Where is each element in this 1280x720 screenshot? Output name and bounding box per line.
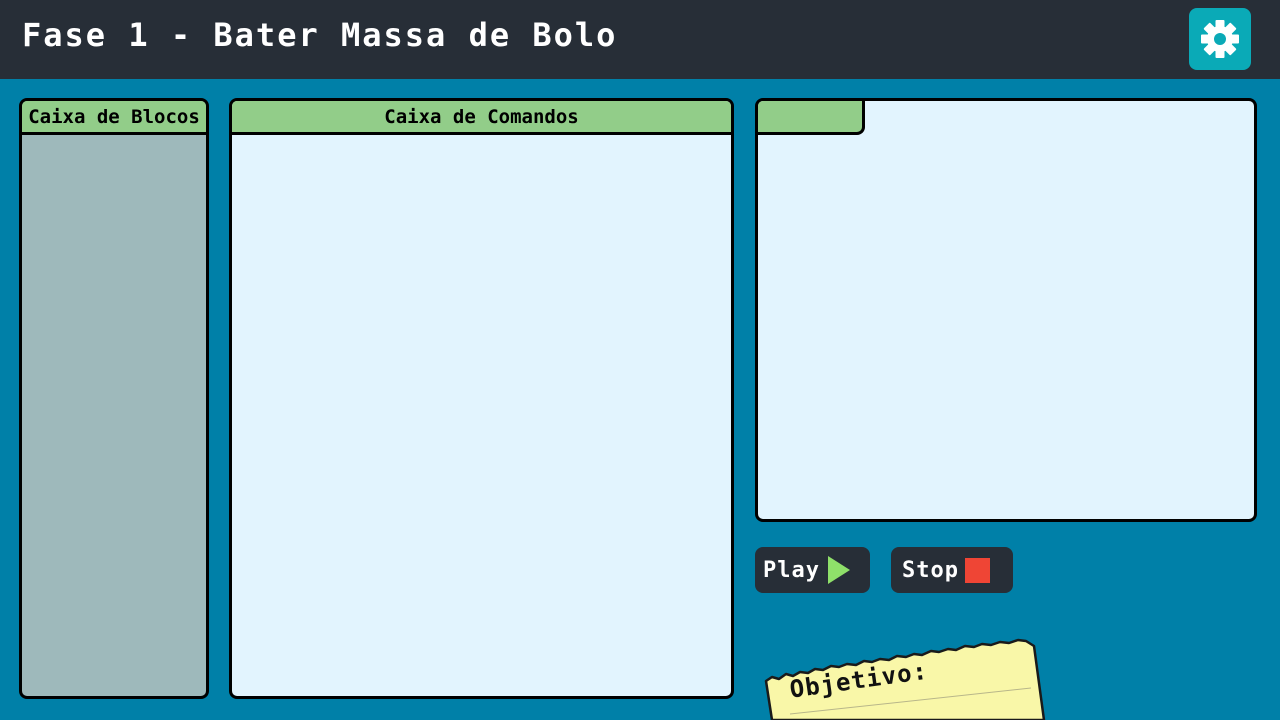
stop-label: Stop xyxy=(902,557,959,583)
play-button[interactable]: Play xyxy=(755,547,870,593)
level-title: Fase 1 - Bater Massa de Bolo xyxy=(22,16,618,54)
blocks-box-header: Caixa de Blocos xyxy=(22,101,206,135)
game-stage[interactable] xyxy=(755,98,1257,522)
blocks-box[interactable]: Caixa de Blocos xyxy=(19,98,209,699)
play-label: Play xyxy=(763,557,820,583)
top-bar: Fase 1 - Bater Massa de Bolo xyxy=(0,0,1280,79)
play-icon xyxy=(827,556,850,584)
stop-icon xyxy=(964,557,990,583)
stage-tab xyxy=(758,101,865,135)
commands-box[interactable]: Caixa de Comandos xyxy=(229,98,734,699)
objective-label: Objetivo: xyxy=(788,656,930,704)
commands-box-header: Caixa de Comandos xyxy=(232,101,731,135)
stop-button[interactable]: Stop xyxy=(891,547,1013,593)
gear-icon xyxy=(1201,20,1239,58)
settings-button[interactable] xyxy=(1189,8,1251,70)
